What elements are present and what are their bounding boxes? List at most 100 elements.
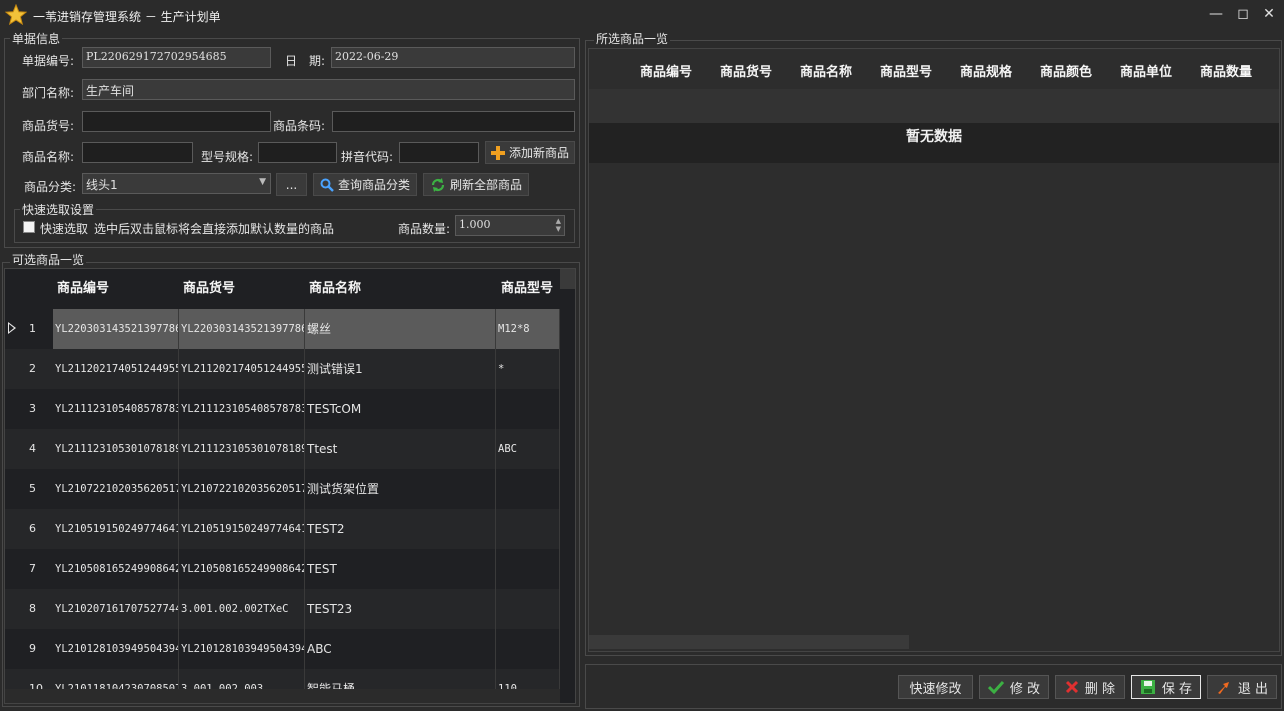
exit-button[interactable]: 退 出 [1207,675,1277,699]
col-header-model[interactable]: 商品型号 [501,269,553,309]
table-row[interactable]: 4 YL211123105301078189 YL21112310530107818… [5,429,560,469]
title-bar: 一苇进销存管理系统 － 生产计划单 — ◻ ✕ [0,0,1284,30]
category-more-button[interactable]: ... [276,173,307,196]
cell-item-no: YL210519150249774641 [179,509,305,549]
star-icon [5,4,27,26]
cell-item-name: 测试货架位置 [305,469,496,509]
cell-item-model [496,549,560,589]
minimize-button[interactable]: — [1205,4,1227,24]
cell-item-name: TEST [305,549,496,589]
delete-button[interactable]: 删 除 [1055,675,1125,699]
stepper-arrows-icon: ▲ ▼ [555,217,561,233]
cell-item-name: ABC [305,629,496,669]
sel-col-qty[interactable]: 商品数量 [1200,61,1252,80]
exit-icon [1217,682,1229,694]
query-category-label: 查询商品分类 [337,178,410,192]
table-row[interactable]: 1 YL220303143521397786 YL22030314352139778… [5,309,560,349]
selected-items-table[interactable]: 商品编号 商品货号 商品名称 商品型号 商品规格 商品颜色 商品单位 商品数量 … [588,48,1280,652]
add-item-label: 添加新商品 [508,146,569,160]
col-header-item-no[interactable]: 商品货号 [183,269,235,309]
cell-item-no: 3.001.002.002TXeC [179,589,305,629]
doc-no-field[interactable]: PL220629172702954685 [82,47,271,68]
cell-item-code: YL211202174051244955 [53,349,179,389]
name-label: 商品名称: [22,150,75,164]
close-button[interactable]: ✕ [1258,4,1280,24]
query-category-button[interactable]: 查询商品分类 [313,173,417,196]
selected-header-row [589,49,1279,89]
table-row[interactable]: 6 YL210519150249774641 YL21051915024977464… [5,509,560,549]
category-select[interactable]: 线头1 ▼ [82,173,271,194]
cell-item-name: 螺丝 [305,309,496,349]
item-no-input[interactable] [82,111,271,132]
item-no-label: 商品货号: [22,119,75,133]
qty-stepper[interactable]: 1.000 ▲ ▼ [455,215,565,236]
cell-item-code: YL210128103949504394 [53,629,179,669]
sel-col-color[interactable]: 商品颜色 [1040,61,1092,80]
scrollbar-horizontal[interactable] [5,689,560,703]
selected-blank-row [589,89,1279,123]
cell-item-no: YL211202174051244955 [179,349,305,389]
date-field[interactable]: 2022-06-29 [331,47,575,68]
cell-item-no: YL211123105408578783 [179,389,305,429]
col-header-code[interactable]: 商品编号 [57,269,109,309]
cell-item-model [496,469,560,509]
sel-col-spec[interactable]: 商品规格 [960,61,1012,80]
category-label: 商品分类: [24,180,77,194]
sel-col-code[interactable]: 商品编号 [640,61,692,80]
row-indicator-icon [8,322,16,334]
table-row[interactable]: 8 YL210207161707527744 3.001.002.002TXeC TE… [5,589,560,629]
sel-col-name[interactable]: 商品名称 [800,61,852,80]
cell-item-model: M12*8 [496,309,560,349]
row-number: 6 [29,522,36,535]
delete-x-icon [1065,680,1078,694]
name-input[interactable] [82,142,193,163]
table-row[interactable]: 2 YL211202174051244955 YL21120217405124495… [5,349,560,389]
cell-item-model: * [496,349,560,389]
quick-select-checkbox-label: 快速选取 [40,222,89,236]
row-number: 4 [29,442,36,455]
scrollbar-horizontal-right[interactable] [589,635,909,649]
selected-items-title: 所选商品一览 [594,30,671,47]
cell-item-name: Ttest [305,429,496,469]
edit-label: 修 改 [1009,681,1041,697]
table-row[interactable]: 7 YL210508165249908642 YL21050816524990864… [5,549,560,589]
cell-item-code: YL210508165249908642 [53,549,179,589]
spec-input[interactable] [258,142,337,163]
maximize-button[interactable]: ◻ [1232,4,1254,24]
table-row[interactable]: 5 YL210722102035620517 YL21072210203562051… [5,469,560,509]
barcode-label: 商品条码: [273,119,326,133]
row-number: 3 [29,402,36,415]
qty-value: 1.000 [459,218,491,231]
sel-col-unit[interactable]: 商品单位 [1120,61,1172,80]
sel-col-item-no[interactable]: 商品货号 [720,61,772,80]
quick-edit-button[interactable]: 快速修改 [898,675,973,699]
dept-field[interactable]: 生产车间 [82,79,575,100]
scrollbar-vertical[interactable] [560,269,575,289]
cell-item-model: ABC [496,429,560,469]
col-header-name[interactable]: 商品名称 [309,269,361,309]
cell-item-no: YL210722102035620517 [179,469,305,509]
save-button[interactable]: 保 存 [1131,675,1201,699]
add-item-button[interactable]: 添加新商品 [485,141,575,164]
barcode-input[interactable] [332,111,575,132]
sel-col-model[interactable]: 商品型号 [880,61,932,80]
pinyin-input[interactable] [399,142,479,163]
cell-item-no: YL210508165249908642 [179,549,305,589]
exit-label: 退 出 [1237,681,1269,697]
edit-button[interactable]: 修 改 [979,675,1049,699]
cell-item-model [496,589,560,629]
row-number: 5 [29,482,36,495]
cell-item-name: 测试错误1 [305,349,496,389]
table-row[interactable]: 3 YL211123105408578783 YL21112310540857878… [5,389,560,429]
cell-item-name: TEST2 [305,509,496,549]
save-label: 保 存 [1161,681,1193,697]
cell-item-code: YL211123105301078189 [53,429,179,469]
quick-select-checkbox[interactable] [23,221,35,233]
qty-label: 商品数量: [398,222,451,236]
cell-item-no: YL220303143521397786 [179,309,305,349]
refresh-items-button[interactable]: 刷新全部商品 [423,173,529,196]
row-number: 1 [29,322,36,335]
available-items-table[interactable]: 商品编号 商品货号 商品名称 商品型号 1 YL22030314352139778… [4,268,576,704]
table-row[interactable]: 9 YL210128103949504394 YL21012810394950439… [5,629,560,669]
cell-item-no: YL210128103949504394 [179,629,305,669]
